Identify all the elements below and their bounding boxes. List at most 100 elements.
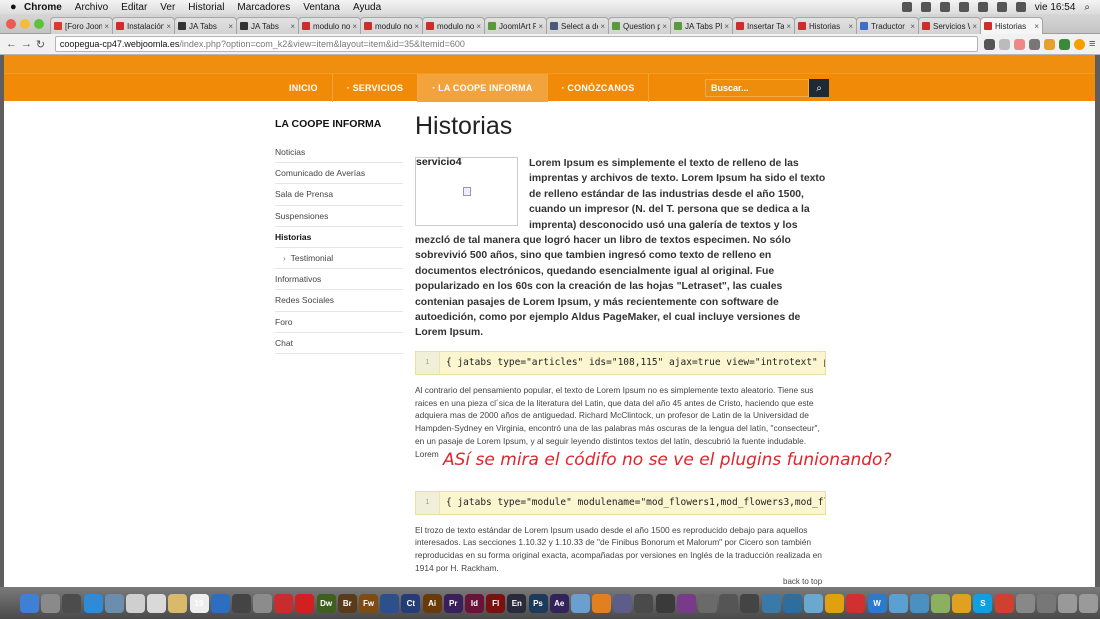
premiere-icon[interactable]: Pr bbox=[443, 593, 463, 613]
browser-tab[interactable]: Select a de × bbox=[546, 17, 609, 34]
tab-close-icon[interactable]: × bbox=[414, 22, 419, 31]
dreamweaver-icon[interactable]: Dw bbox=[316, 593, 336, 613]
tab-close-icon[interactable]: × bbox=[848, 22, 853, 31]
app-icon-2[interactable] bbox=[570, 593, 590, 613]
extension-icon[interactable] bbox=[1014, 38, 1025, 50]
app-icon-9[interactable] bbox=[740, 593, 760, 613]
dropbox-icon[interactable] bbox=[920, 2, 931, 12]
app-icon-3[interactable] bbox=[613, 593, 633, 613]
volume-icon[interactable] bbox=[996, 2, 1007, 12]
tab-close-icon[interactable]: × bbox=[724, 22, 729, 31]
status-icon[interactable] bbox=[939, 2, 950, 12]
menubar-clock[interactable]: vie 16:54 bbox=[1035, 2, 1076, 13]
app-icon-7[interactable] bbox=[698, 593, 717, 613]
extension-icon[interactable] bbox=[1074, 38, 1085, 50]
flash-icon[interactable]: Fl bbox=[486, 593, 506, 613]
menu-icon[interactable]: ≡ bbox=[1089, 38, 1100, 50]
search-input[interactable]: Buscar... bbox=[705, 79, 809, 97]
browser-tab[interactable]: Question p × bbox=[608, 17, 671, 34]
app-icon-8[interactable] bbox=[719, 593, 739, 613]
sidebar-item[interactable]: Informativos bbox=[275, 269, 403, 291]
app-icon-14[interactable] bbox=[846, 593, 866, 613]
acrobat-icon[interactable] bbox=[295, 593, 315, 613]
app-icon-17[interactable] bbox=[909, 593, 929, 613]
launchpad-icon[interactable] bbox=[41, 593, 61, 613]
system-preferences-icon[interactable] bbox=[253, 593, 273, 613]
app-icon-10[interactable] bbox=[761, 593, 781, 613]
sidebar-item[interactable]: Testimonial bbox=[275, 248, 403, 270]
app-icon-4[interactable] bbox=[634, 593, 654, 613]
skype-icon[interactable]: S bbox=[973, 593, 993, 613]
back-icon[interactable]: ← bbox=[6, 38, 18, 50]
tab-close-icon[interactable]: × bbox=[972, 22, 977, 31]
browser-tab[interactable]: [Foro Joom × bbox=[50, 17, 113, 34]
mission-control-icon[interactable] bbox=[62, 593, 82, 613]
trash-icon[interactable] bbox=[1079, 593, 1099, 613]
photoshop-icon[interactable]: Ps bbox=[528, 593, 548, 613]
app-icon-18[interactable] bbox=[931, 593, 951, 613]
indesign-icon[interactable]: Id bbox=[464, 593, 484, 613]
app-icon-13[interactable] bbox=[825, 593, 845, 613]
app-icon-20[interactable] bbox=[1015, 593, 1035, 613]
browser-tab[interactable]: JA Tabs × bbox=[236, 17, 299, 34]
sidebar-item[interactable]: Noticias bbox=[275, 142, 403, 164]
menu-ayuda[interactable]: Ayuda bbox=[353, 2, 381, 13]
minimize-window-button[interactable] bbox=[20, 19, 30, 29]
status-icon[interactable] bbox=[901, 2, 912, 12]
browser-tab[interactable]: Servicios W× bbox=[918, 17, 981, 34]
app-icon-16[interactable] bbox=[888, 593, 908, 613]
tab-close-icon[interactable]: × bbox=[476, 22, 481, 31]
browser-tab[interactable]: Insertar Ta × bbox=[732, 17, 795, 34]
tab-close-icon[interactable]: × bbox=[166, 22, 171, 31]
extension-icon[interactable] bbox=[1029, 38, 1040, 50]
tab-close-icon[interactable]: × bbox=[662, 22, 667, 31]
app-icon-22[interactable] bbox=[1058, 593, 1078, 613]
browser-tab[interactable]: Traductor × bbox=[856, 17, 919, 34]
browser-tab[interactable]: modulo no × bbox=[360, 17, 423, 34]
tab-close-icon[interactable]: × bbox=[600, 22, 605, 31]
tab-close-icon[interactable]: × bbox=[1034, 22, 1039, 31]
photos-icon[interactable] bbox=[231, 593, 251, 613]
menu-archivo[interactable]: Archivo bbox=[75, 2, 108, 13]
spotlight-icon[interactable]: ⌕ bbox=[1084, 2, 1090, 13]
menu-historial[interactable]: Historial bbox=[188, 2, 224, 13]
finder-icon[interactable] bbox=[20, 593, 39, 613]
sidebar-item[interactable]: Foro bbox=[275, 312, 403, 333]
calendar-icon[interactable]: 19 bbox=[189, 593, 209, 613]
illustrator-icon[interactable]: Ai bbox=[422, 593, 442, 613]
tab-close-icon[interactable]: × bbox=[910, 22, 915, 31]
preview-icon[interactable] bbox=[104, 593, 124, 613]
tab-close-icon[interactable]: × bbox=[228, 22, 233, 31]
tab-close-icon[interactable]: × bbox=[352, 22, 357, 31]
app-icon-11[interactable] bbox=[782, 593, 802, 613]
tab-close-icon[interactable]: × bbox=[104, 22, 109, 31]
browser-tab[interactable]: JA Tabs × bbox=[174, 17, 237, 34]
browser-tab[interactable]: Instalación × bbox=[112, 17, 175, 34]
app-icon-1[interactable] bbox=[380, 593, 400, 613]
menu-ver[interactable]: Ver bbox=[160, 2, 175, 13]
sidebar-item[interactable]: Suspensiones bbox=[275, 206, 403, 227]
star-icon[interactable] bbox=[999, 38, 1010, 50]
safari-icon[interactable] bbox=[83, 593, 103, 613]
browser-tab[interactable]: JA Tabs Pl × bbox=[670, 17, 733, 34]
close-window-button[interactable] bbox=[6, 19, 16, 29]
reload-icon[interactable]: ↻ bbox=[36, 38, 48, 51]
browser-tab[interactable]: Historias × bbox=[980, 17, 1043, 34]
mail-icon[interactable] bbox=[125, 593, 145, 613]
bluetooth-icon[interactable] bbox=[958, 2, 969, 12]
notes-icon[interactable] bbox=[168, 593, 188, 613]
nav-item-conozcanos[interactable]: · CONÓZCANOS bbox=[548, 74, 650, 102]
ical-icon[interactable] bbox=[147, 593, 167, 613]
menu-app-name[interactable]: Chrome bbox=[24, 2, 62, 13]
tab-close-icon[interactable]: × bbox=[538, 22, 543, 31]
location-icon[interactable] bbox=[984, 38, 995, 50]
fireworks-icon[interactable]: Fw bbox=[359, 593, 378, 613]
sidebar-item[interactable]: Historias bbox=[275, 227, 403, 248]
app-icon-21[interactable] bbox=[1037, 593, 1056, 613]
sidebar-item[interactable]: Redes Sociales bbox=[275, 290, 403, 312]
browser-tab[interactable]: Historias × bbox=[794, 17, 857, 34]
battery-icon[interactable] bbox=[1015, 2, 1026, 12]
nav-item-inicio[interactable]: INICIO bbox=[275, 74, 333, 102]
app-icon-12[interactable] bbox=[803, 593, 823, 613]
browser-tab[interactable]: JoomlArt F × bbox=[484, 17, 547, 34]
